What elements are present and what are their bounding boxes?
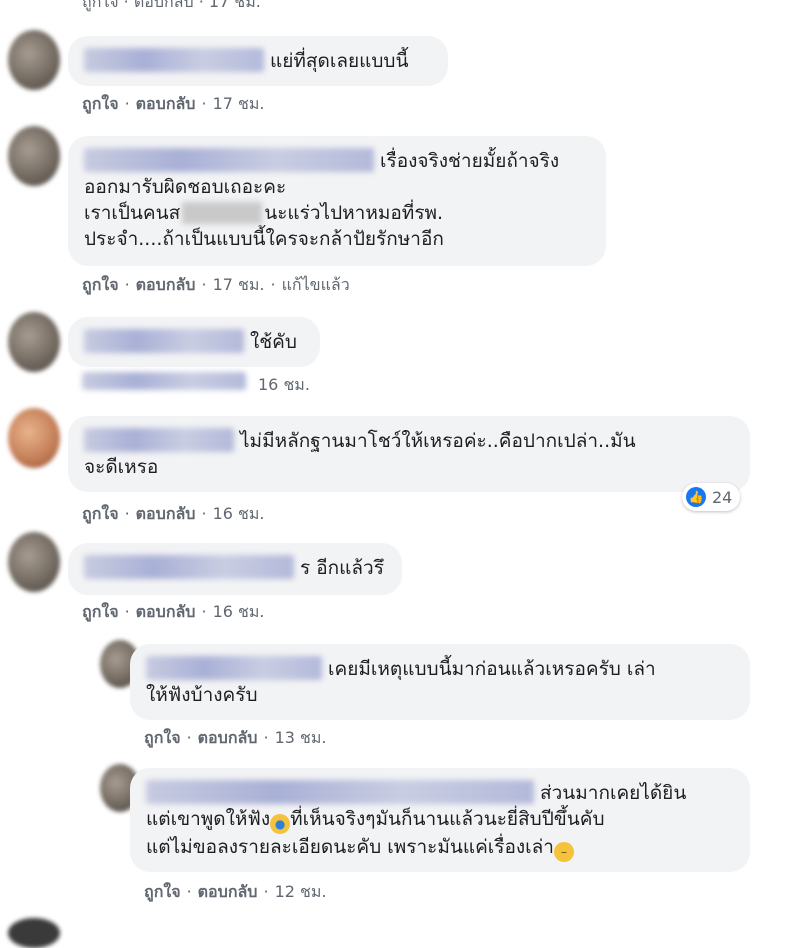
timestamp[interactable]: 17 ชม. bbox=[213, 94, 265, 113]
comment-bubble: ร อีกแล้วรึ bbox=[68, 543, 402, 595]
reply-button[interactable]: ตอบกลับ bbox=[198, 882, 258, 901]
comment-actions-partial: ถูกใจ · ตอบกลับ · 17 ชม. bbox=[82, 0, 261, 11]
like-button[interactable]: ถูกใจ bbox=[82, 602, 119, 621]
comment-bubble: เรื่องจริงช่ายมั้ยถ้าจริง ออกมารับผิดชอบ… bbox=[68, 136, 606, 266]
redacted-text bbox=[182, 202, 263, 224]
reply-text-line: ให้ฟังบ้างครับ bbox=[146, 684, 258, 706]
reply-text-line: ที่เห็นจริงๆมันก็นานแล้วนะยี่สิบปีขึ้นคั… bbox=[290, 808, 605, 830]
reply-bubble: เคยมีเหตุแบบนี้มาก่อนแล้วเหรอครับ เล่า ใ… bbox=[130, 644, 750, 720]
timestamp[interactable]: 16 ชม. bbox=[213, 602, 265, 621]
reaction-count[interactable]: 👍 24 bbox=[682, 483, 741, 511]
like-button[interactable]: ถูกใจ bbox=[82, 94, 119, 113]
reply-button[interactable]: ตอบกลับ bbox=[136, 602, 196, 621]
comment-text-line: จะดีเหรอ bbox=[84, 456, 159, 478]
comment-text-line: ออกมารับผิดชอบเถอะคะ bbox=[84, 176, 287, 198]
blurred-actions bbox=[82, 372, 246, 390]
reply-bubble: ส่วนมากเคยได้ยิน แต่เขาพูดให้ฟัง ● ที่เห็น… bbox=[130, 768, 750, 872]
comment-text-line: ประจำ....ถ้าเป็นแบบนี้ใครจะกล้าปัยรักษาอ… bbox=[84, 228, 444, 250]
timestamp[interactable]: 17 ชม. bbox=[213, 275, 265, 294]
author-name[interactable] bbox=[84, 329, 244, 353]
comment-text-line: เรื่องจริงช่ายมั้ยถ้าจริง bbox=[380, 150, 560, 172]
avatar[interactable] bbox=[8, 126, 60, 186]
author-name[interactable] bbox=[84, 148, 374, 172]
reply-button[interactable]: ตอบกลับ bbox=[136, 504, 196, 523]
comment-text: ร อีกแล้วรึ bbox=[300, 557, 384, 579]
author-name[interactable] bbox=[84, 48, 264, 72]
thumbs-up-icon: 👍 bbox=[686, 487, 706, 507]
comment-text-line: เราเป็นคนส bbox=[84, 202, 181, 224]
unamused-face-icon: – bbox=[553, 842, 574, 862]
reply-text-line: แต่ไม่ขอลงรายละเอียดนะคับ เพราะมันแค่เรื… bbox=[146, 836, 554, 858]
avatar[interactable] bbox=[8, 30, 60, 90]
comment-actions: ถูกใจ · ตอบกลับ · 17 ชม. bbox=[82, 94, 265, 113]
timestamp[interactable]: 16 ชม. bbox=[258, 375, 310, 394]
reply-text-line: แต่เขาพูดให้ฟัง bbox=[146, 808, 271, 830]
reply-text-line: เคยมีเหตุแบบนี้มาก่อนแล้วเหรอครับ เล่า bbox=[328, 658, 656, 680]
reply-actions: ถูกใจ · ตอบกลับ · 13 ชม. bbox=[144, 728, 327, 747]
comment-actions: 16 ชม. bbox=[258, 373, 310, 398]
reaction-count-text: 24 bbox=[712, 487, 733, 507]
author-name[interactable] bbox=[84, 555, 294, 579]
comment-actions: ถูกใจ · ตอบกลับ · 17 ชม. · แก้ไขแล้ว bbox=[82, 275, 350, 294]
author-name[interactable] bbox=[146, 780, 534, 804]
comment-bubble: ใช้คับ bbox=[68, 317, 320, 367]
comment-text: แย่ที่สุดเลยแบบนี้ bbox=[270, 50, 409, 72]
comment-text-line: นะแร่วไปหาหมอที่รพ. bbox=[264, 202, 444, 224]
like-button[interactable]: ถูกใจ bbox=[144, 728, 181, 747]
like-button[interactable]: ถูกใจ bbox=[82, 275, 119, 294]
comment-actions: ถูกใจ · ตอบกลับ · 16 ชม. bbox=[82, 602, 265, 621]
reply-text-line: ส่วนมากเคยได้ยิน bbox=[540, 782, 687, 804]
like-button[interactable]: ถูกใจ bbox=[144, 882, 181, 901]
avatar[interactable] bbox=[8, 532, 60, 592]
timestamp[interactable]: 13 ชม. bbox=[275, 728, 327, 747]
reply-actions: ถูกใจ · ตอบกลับ · 12 ชม. bbox=[144, 882, 327, 901]
like-button[interactable]: ถูกใจ bbox=[82, 504, 119, 523]
comment-actions: ถูกใจ · ตอบกลับ · 16 ชม. bbox=[82, 504, 265, 523]
avatar[interactable] bbox=[8, 312, 60, 372]
author-name[interactable] bbox=[146, 656, 322, 680]
comment-text-line: ไม่มีหลักฐานมาโชว์ให้เหรอค่ะ..คือปากเปล่… bbox=[240, 430, 636, 452]
author-name[interactable] bbox=[84, 428, 234, 452]
timestamp[interactable]: 12 ชม. bbox=[275, 882, 327, 901]
comment-bubble: แย่ที่สุดเลยแบบนี้ bbox=[68, 36, 448, 86]
comment-text: ใช้คับ bbox=[250, 331, 297, 353]
reply-button[interactable]: ตอบกลับ bbox=[136, 94, 196, 113]
avatar[interactable] bbox=[8, 408, 60, 468]
comment-bubble: ไม่มีหลักฐานมาโชว์ให้เหรอค่ะ..คือปากเปล่… bbox=[68, 416, 750, 492]
timestamp[interactable]: 16 ชม. bbox=[213, 504, 265, 523]
reply-button[interactable]: ตอบกลับ bbox=[198, 728, 258, 747]
avatar[interactable] bbox=[8, 918, 60, 948]
reply-button[interactable]: ตอบกลับ bbox=[136, 275, 196, 294]
edited-label[interactable]: แก้ไขแล้ว bbox=[282, 275, 350, 294]
crying-face-icon: ● bbox=[270, 814, 291, 834]
